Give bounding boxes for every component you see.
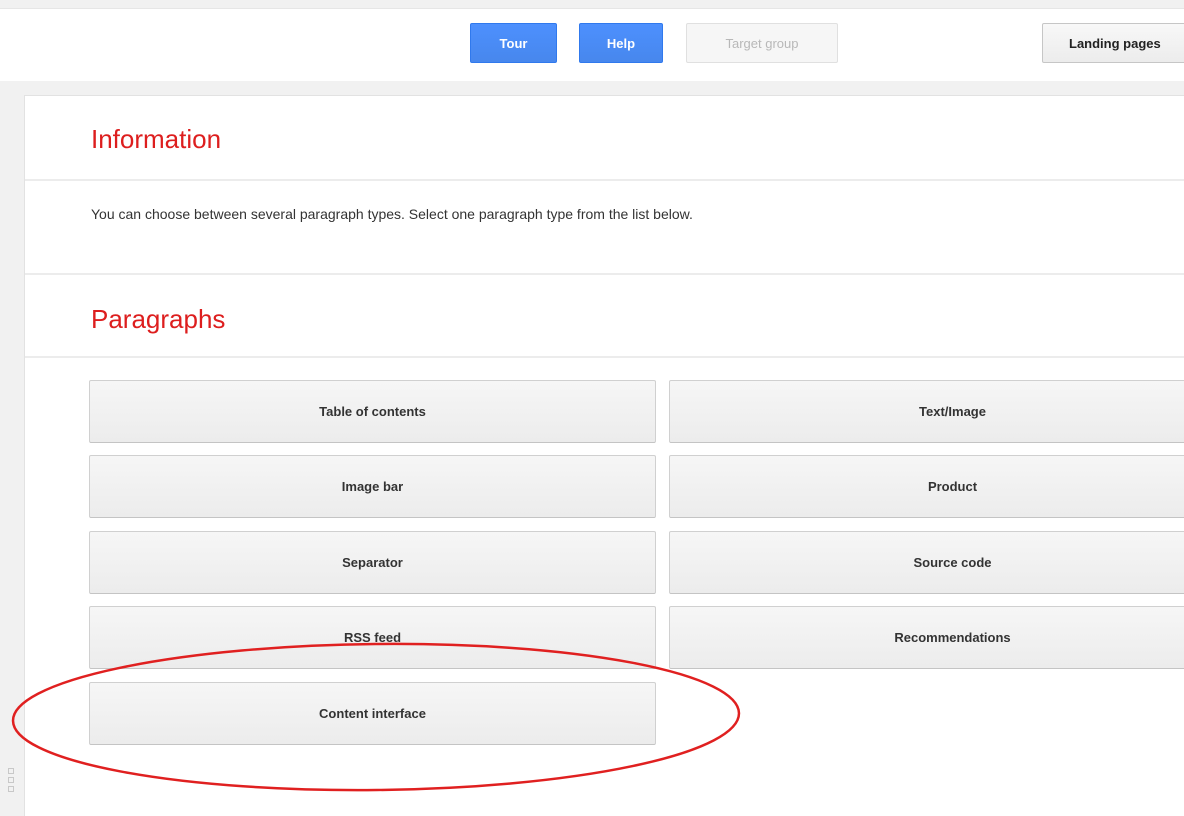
content-panel: Information You can choose between sever…	[24, 95, 1184, 816]
paragraph-separator-button[interactable]: Separator	[89, 531, 656, 594]
paragraph-table-of-contents-button[interactable]: Table of contents	[89, 380, 656, 443]
help-button[interactable]: Help	[579, 23, 663, 63]
information-text: You can choose between several paragraph…	[91, 206, 693, 222]
paragraph-image-bar-button[interactable]: Image bar	[89, 455, 656, 518]
landing-pages-button[interactable]: Landing pages	[1042, 23, 1184, 63]
divider	[25, 273, 1184, 275]
paragraph-text-image-button[interactable]: Text/Image	[669, 380, 1184, 443]
paragraph-recommendations-button[interactable]: Recommendations	[669, 606, 1184, 669]
tour-button[interactable]: Tour	[470, 23, 557, 63]
paragraph-source-code-button[interactable]: Source code	[669, 531, 1184, 594]
top-toolbar: Tour Help Target group Landing pages	[0, 8, 1184, 81]
paragraphs-heading: Paragraphs	[91, 304, 226, 334]
divider	[25, 179, 1184, 181]
paragraph-product-button[interactable]: Product	[669, 455, 1184, 518]
resize-grip-icon[interactable]	[8, 768, 14, 798]
information-heading: Information	[91, 124, 222, 154]
paragraph-rss-feed-button[interactable]: RSS feed	[89, 606, 656, 669]
paragraph-content-interface-button[interactable]: Content interface	[89, 682, 656, 745]
divider	[25, 356, 1184, 358]
target-group-button[interactable]: Target group	[686, 23, 838, 63]
